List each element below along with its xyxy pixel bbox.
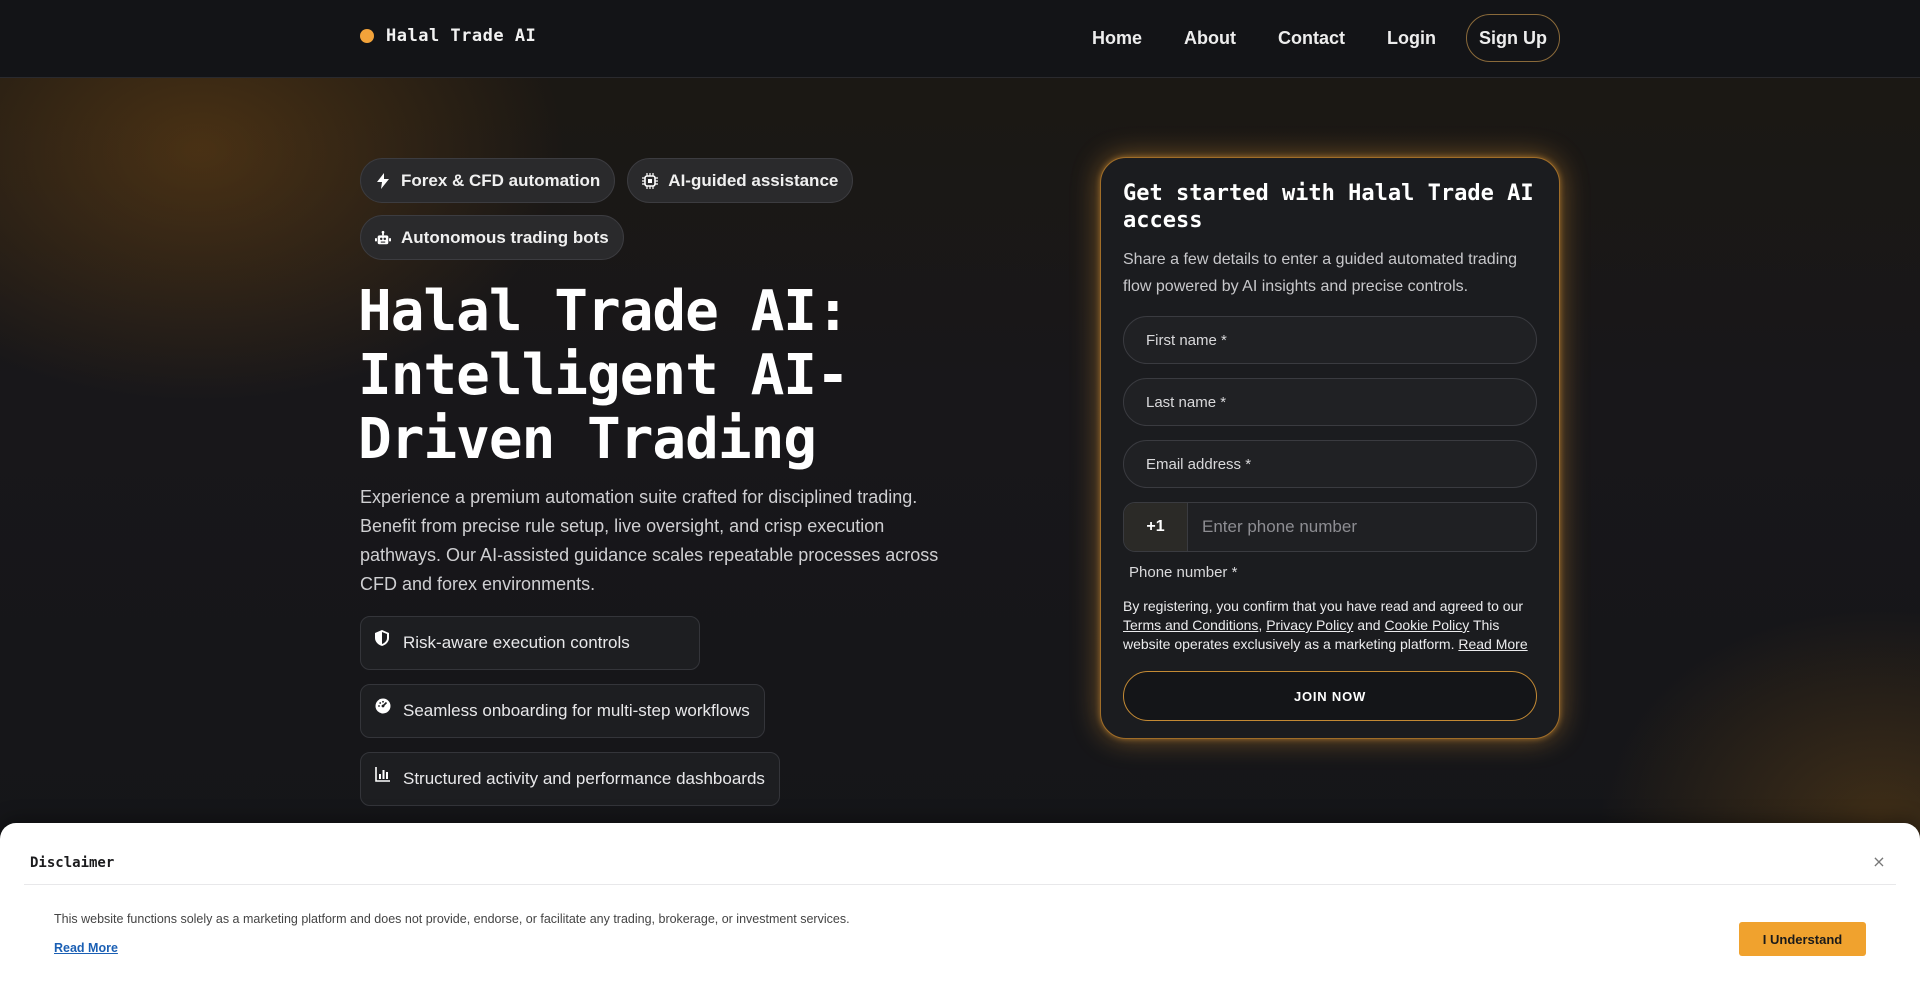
i-understand-button[interactable]: I Understand bbox=[1739, 922, 1866, 956]
bar-chart-icon bbox=[375, 766, 391, 782]
brand-name: Halal Trade AI bbox=[386, 26, 537, 46]
nav-contact[interactable]: Contact bbox=[1278, 28, 1345, 49]
legal-and: and bbox=[1357, 617, 1381, 633]
phone-input[interactable] bbox=[1188, 503, 1536, 551]
cookie-link[interactable]: Cookie Policy bbox=[1384, 617, 1469, 633]
robot-icon bbox=[375, 230, 391, 246]
nav-about[interactable]: About bbox=[1184, 28, 1236, 49]
disclaimer-banner: Disclaimer × This website functions sole… bbox=[0, 823, 1920, 993]
chip-forex-cfd: Forex & CFD automation bbox=[360, 158, 616, 203]
close-icon[interactable]: × bbox=[1870, 853, 1888, 871]
feature-label: Risk-aware execution controls bbox=[403, 633, 630, 652]
brand-dot-icon bbox=[360, 29, 374, 43]
chip-label: AI-guided assistance bbox=[668, 170, 839, 190]
chip-ai-guided: AI-guided assistance bbox=[627, 158, 854, 203]
chip-icon bbox=[642, 172, 659, 189]
phone-field: +1 bbox=[1123, 502, 1537, 552]
feature-dashboards: Structured activity and performance dash… bbox=[360, 752, 780, 806]
feature-label: Structured activity and performance dash… bbox=[403, 769, 765, 788]
chip-label: Forex & CFD automation bbox=[401, 170, 601, 190]
last-name-label: Last name * bbox=[1146, 393, 1227, 411]
disclaimer-title: Disclaimer bbox=[30, 855, 115, 871]
disclaimer-text: This website functions solely as a marke… bbox=[54, 912, 850, 926]
form-subtitle: Share a few details to enter a guided au… bbox=[1123, 251, 1518, 295]
disclaimer-read-more-link[interactable]: Read More bbox=[54, 941, 118, 955]
feature-label: Seamless onboarding for multi-step workf… bbox=[403, 701, 750, 720]
nav-home[interactable]: Home bbox=[1092, 28, 1142, 49]
privacy-link[interactable]: Privacy Policy bbox=[1266, 617, 1353, 633]
feature-onboarding: Seamless onboarding for multi-step workf… bbox=[360, 684, 765, 738]
feature-list: Risk-aware execution controls Seamless o… bbox=[360, 616, 780, 806]
phone-label: Phone number * bbox=[1129, 564, 1238, 581]
feature-chips: Forex & CFD automation AI-guided assista… bbox=[360, 158, 920, 260]
main-nav: Home About Contact Login Sign Up bbox=[1092, 14, 1560, 62]
gauge-icon bbox=[375, 698, 391, 714]
brand-logo[interactable]: Halal Trade AI bbox=[360, 26, 536, 46]
email-field[interactable]: Email address * bbox=[1123, 440, 1537, 488]
nav-signup-button[interactable]: Sign Up bbox=[1466, 14, 1560, 62]
terms-link[interactable]: Terms and Conditions bbox=[1123, 617, 1258, 633]
last-name-field[interactable]: Last name * bbox=[1123, 378, 1537, 426]
read-more-link[interactable]: Read More bbox=[1458, 636, 1527, 652]
hero-description: Experience a premium automation suite cr… bbox=[360, 487, 939, 594]
shield-icon bbox=[375, 630, 391, 646]
phone-country-code[interactable]: +1 bbox=[1124, 503, 1188, 551]
first-name-field[interactable]: First name * bbox=[1123, 316, 1537, 364]
email-label: Email address * bbox=[1146, 455, 1252, 473]
bolt-icon bbox=[375, 172, 391, 189]
signup-form-card: Get started with Halal Trade AI access S… bbox=[1100, 157, 1560, 739]
chip-trading-bots: Autonomous trading bots bbox=[360, 215, 624, 260]
nav-login[interactable]: Login bbox=[1387, 28, 1436, 49]
chip-label: Autonomous trading bots bbox=[401, 227, 609, 247]
legal-notice: By registering, you confirm that you hav… bbox=[1123, 598, 1528, 652]
first-name-label: First name * bbox=[1146, 331, 1227, 349]
top-navbar: Halal Trade AI Home About Contact Login … bbox=[0, 0, 1920, 78]
join-now-button[interactable]: JOIN NOW bbox=[1123, 671, 1537, 721]
legal-prefix: By registering, you confirm that you hav… bbox=[1123, 598, 1524, 614]
hero-title: Halal Trade AI: Intelligent AI-Driven Tr… bbox=[358, 279, 850, 472]
feature-risk-controls: Risk-aware execution controls bbox=[360, 616, 700, 670]
disclaimer-header bbox=[24, 823, 1896, 885]
form-title: Get started with Halal Trade AI access bbox=[1123, 181, 1534, 233]
